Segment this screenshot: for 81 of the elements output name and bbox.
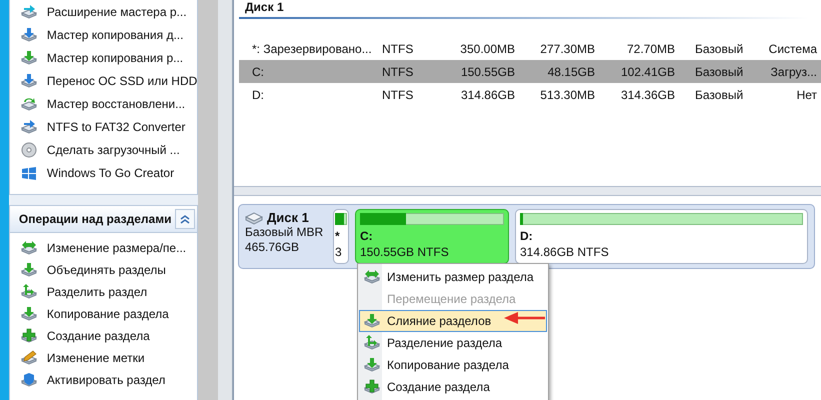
partition-name: C: [360, 228, 374, 244]
table-row[interactable]: C: NTFS 150.55GB 48.15GB 102.41GB Базовый Загруз... [239, 60, 821, 83]
disk-double-arrow-icon [363, 269, 381, 285]
sidebar-item[interactable]: Объединять разделы [20, 259, 198, 281]
table-cell-text: C: [252, 64, 265, 78]
disk-arrow-icon [20, 118, 38, 134]
menu-item[interactable]: Слияние разделов [359, 310, 547, 332]
disk-plus-icon [363, 379, 381, 395]
sidebar-item[interactable]: Изменение размера/пе... [20, 237, 198, 259]
disk-down-arrow-icon [20, 50, 38, 66]
menu-item[interactable]: Копирование раздела [359, 354, 547, 376]
table-cell-text: Система [768, 42, 817, 56]
disk-down-arrow-icon [20, 26, 38, 42]
table-cell-text: 48.15GB [546, 64, 595, 78]
disc-icon [20, 142, 38, 158]
disk-size: 465.76GB [245, 240, 300, 255]
menu-item[interactable]: Создание раздела [359, 376, 547, 398]
partition-detail: 3 [335, 244, 343, 260]
sidebar-item[interactable]: Сделать загрузочный ... [20, 138, 198, 161]
disk-type: Базовый MBR [245, 225, 324, 240]
partition-block[interactable]: C: 150.55GB NTFS [355, 209, 509, 264]
disk-cycle-icon [20, 96, 38, 112]
disk-double-arrow-icon [20, 240, 38, 256]
table-row[interactable]: D: NTFS 314.86GB 513.30MB 314.36GB Базовый Нет [239, 83, 821, 106]
partition-block[interactable]: * 3 [333, 209, 349, 264]
disk-branch-arrow-icon [20, 284, 38, 300]
table-cell-text: 314.36GB [620, 88, 675, 102]
sidebar-item[interactable]: Мастер копирования р... [20, 46, 198, 69]
table-cell-text: *: Зарезервировано... [252, 42, 373, 56]
sidebar-item[interactable]: Windows To Go Creator [20, 161, 198, 184]
disk-down-arrow-icon [363, 313, 381, 329]
table-cell-text: 277.30MB [539, 42, 595, 56]
table-cell-text: 150.55GB [460, 64, 515, 78]
sidebar-item[interactable]: Активировать раздел [20, 369, 198, 391]
menu-item[interactable]: Изменить размер раздела [359, 266, 547, 288]
disk-down-arrow-icon [20, 262, 38, 278]
sidebar-item[interactable]: Мастер восстановлени... [20, 92, 198, 115]
partition-detail: 150.55GB NTFS [360, 244, 450, 260]
partition-name: * [335, 228, 341, 244]
menu-item[interactable]: Разделение раздела [359, 332, 547, 354]
panel-title: Операции над разделами [18, 212, 172, 226]
disk-arrow-icon [20, 4, 38, 20]
table-cell-text: 102.41GB [620, 64, 675, 78]
disk-down-arrow-icon [363, 357, 381, 373]
table-cell-text: NTFS [382, 64, 414, 78]
table-cell-text: 350.00MB [459, 42, 515, 56]
disk-down-arrow-icon [20, 72, 38, 88]
disk-title: Диск 1 [244, 1, 284, 16]
sidebar-item[interactable]: Создание раздела [20, 325, 198, 347]
disk-branch-arrow-icon [363, 335, 381, 351]
disk-plus-icon [20, 328, 38, 344]
table-cell-text: 513.30MB [539, 88, 595, 102]
chevron-icon [180, 214, 190, 224]
pencil-icon [20, 350, 38, 366]
table-cell-text: Загруз... [770, 64, 817, 78]
table-cell-text: D: [252, 88, 265, 102]
table-cell-text: NTFS [382, 42, 414, 56]
windows-logo-icon [20, 164, 38, 180]
sidebar-item[interactable]: Разделить раздел [20, 281, 198, 303]
disk-name: Диск 1 [267, 210, 309, 225]
partition-block[interactable]: D: 314.86GB NTFS [515, 209, 808, 264]
sidebar-item[interactable]: NTFS to FAT32 Converter [20, 115, 198, 138]
sidebar-item[interactable]: Расширение мастера р... [20, 0, 198, 23]
sidebar-item[interactable]: Перенос ОС SSD или HDD [20, 69, 198, 92]
partition-detail: 314.86GB NTFS [520, 244, 610, 260]
table-row[interactable]: *: Зарезервировано... NTFS 350.00MB 277.30MB 72.70MB Базовый Система [239, 37, 821, 60]
table-cell-text: 72.70MB [626, 42, 675, 56]
pointer-arrow-icon [504, 311, 546, 325]
table-cell-text: Нет [796, 88, 817, 102]
sidebar-item[interactable]: Мастер копирования д... [20, 23, 198, 46]
table-cell-text: Базовый [694, 42, 744, 56]
collapse-button[interactable] [175, 209, 196, 229]
sidebar-item[interactable]: Изменение метки [20, 347, 198, 369]
table-cell-text: NTFS [382, 88, 414, 102]
table-cell-text: Базовый [694, 88, 744, 102]
disk-shield-icon [20, 372, 38, 388]
partition-name: D: [520, 228, 534, 244]
table-cell-text: Базовый [694, 64, 744, 78]
table-cell-text: 314.86GB [460, 88, 515, 102]
sidebar-item[interactable]: Копирование раздела [20, 303, 198, 325]
disk-down-arrow-icon [20, 306, 38, 322]
